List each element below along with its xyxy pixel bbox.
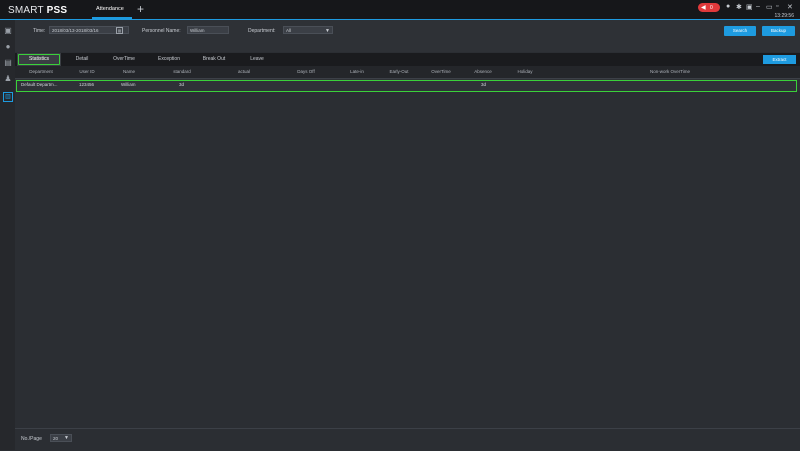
settings-icon[interactable]: ✱	[736, 3, 742, 11]
col-holiday[interactable]: Holiday	[507, 66, 543, 78]
minimize-icon[interactable]: –	[756, 3, 760, 10]
alarm-badge[interactable]: ◀ 0	[698, 3, 720, 12]
cell-name: William	[121, 82, 136, 87]
col-late-in[interactable]: Late-in	[339, 66, 375, 78]
result-tabs: Statistics Detail OverTime Exception Bre…	[15, 53, 800, 66]
title-bar: SMART PSS Attendance + ◀ 0 ● ✱ ▣ – ▭ ▫ ✕…	[0, 0, 800, 20]
col-non-work-overtime[interactable]: Non-work OverTime	[545, 66, 795, 78]
sidebar: ▣ ● ▤ ♟ ▥	[0, 20, 15, 450]
cell-actual	[235, 79, 255, 91]
table-row[interactable]: Default Departm... 123456 William 3d 3d	[15, 79, 800, 92]
calendar-icon[interactable]: ▦	[116, 27, 123, 34]
statistics-table: Department User ID Name standard actual …	[15, 66, 800, 428]
col-department[interactable]: Department	[17, 66, 65, 78]
personnel-name-label: Personnel Name:	[142, 28, 181, 34]
tab-leave[interactable]: Leave	[237, 53, 277, 66]
cell-standard: 3d	[179, 82, 185, 87]
tab-statistics[interactable]: Statistics	[17, 53, 61, 66]
cell-days-off	[299, 79, 319, 91]
cell-user-id: 123456	[79, 82, 95, 87]
per-page-select[interactable]: 20 ▼	[50, 434, 72, 442]
cell-absence: 3d	[481, 82, 487, 87]
alarm-count: 0	[710, 4, 713, 11]
calendar-check-icon[interactable]: ▣	[3, 26, 13, 36]
cell-late-in	[355, 79, 375, 91]
per-page-label: No./Page	[21, 436, 42, 442]
col-days-off[interactable]: Days Off	[277, 66, 335, 78]
cell-early-out	[397, 79, 417, 91]
tab-attendance[interactable]: Attendance	[96, 6, 124, 12]
personnel-name-input[interactable]: William	[187, 26, 229, 34]
attendance-report-icon[interactable]: ▥	[3, 92, 13, 102]
tab-break-out[interactable]: Break Out	[193, 53, 235, 66]
department-value: All	[286, 28, 292, 33]
chevron-down-icon: ▼	[64, 435, 69, 441]
cell-overtime	[439, 79, 459, 91]
tab-detail[interactable]: Detail	[63, 53, 101, 66]
table-header: Department User ID Name standard actual …	[15, 66, 800, 79]
per-page-value: 20	[53, 436, 59, 441]
cell-holiday	[521, 79, 541, 91]
col-overtime[interactable]: OverTime	[421, 66, 461, 78]
col-user-id[interactable]: User ID	[69, 66, 105, 78]
restore-icon[interactable]: ▫	[776, 3, 778, 10]
edit-icon[interactable]: ▤	[3, 58, 13, 68]
col-actual[interactable]: actual	[215, 66, 273, 78]
department-select[interactable]: All ▼	[283, 26, 333, 34]
lock-icon[interactable]: ▣	[746, 3, 753, 11]
time-label: Time:	[33, 28, 46, 34]
col-early-out[interactable]: Early-Out	[379, 66, 419, 78]
user-icon[interactable]: ●	[726, 3, 730, 10]
department-label: Department:	[248, 28, 276, 34]
highlight-box	[18, 54, 60, 65]
maximize-icon[interactable]: ▭	[766, 3, 773, 11]
col-absence[interactable]: Absence	[463, 66, 503, 78]
tab-exception[interactable]: Exception	[147, 53, 191, 66]
cell-non-work-overtime	[655, 79, 695, 91]
pagination-bar: No./Page 20 ▼	[15, 428, 800, 451]
cell-department: Default Departm...	[21, 82, 58, 87]
col-name[interactable]: Name	[109, 66, 149, 78]
tab-overtime[interactable]: OverTime	[103, 53, 145, 66]
chevron-down-icon: ▼	[325, 28, 330, 34]
search-button[interactable]: Search	[724, 26, 756, 36]
add-tab-button[interactable]: +	[137, 2, 144, 16]
backup-button[interactable]: Backup	[762, 26, 795, 36]
extract-button[interactable]: Extract	[763, 55, 796, 64]
alarm-icon: ◀	[701, 5, 706, 11]
col-standard[interactable]: standard	[151, 66, 213, 78]
app-logo: SMART PSS	[8, 5, 68, 16]
person-icon[interactable]: ●	[3, 42, 13, 52]
filter-panel: Time: 2018/03/13-2018/03/16 ▦ Personnel …	[15, 20, 800, 52]
close-icon[interactable]: ✕	[787, 3, 793, 11]
user-config-icon[interactable]: ♟	[3, 74, 13, 84]
